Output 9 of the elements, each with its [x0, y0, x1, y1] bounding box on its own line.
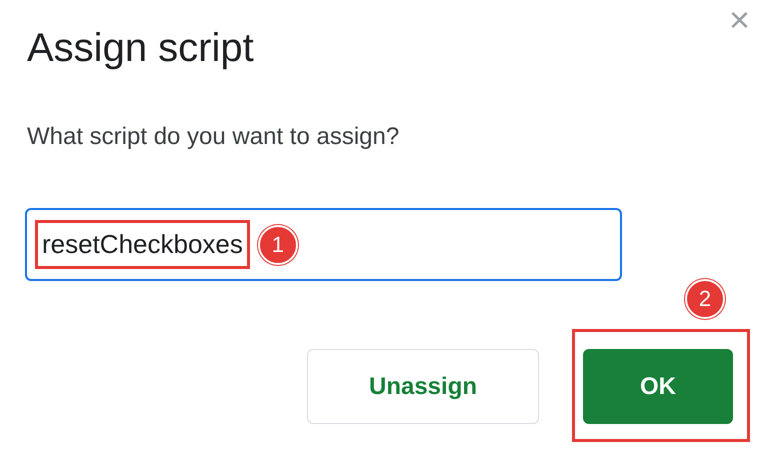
unassign-button[interactable]: Unassign: [307, 349, 539, 424]
script-input-field[interactable]: resetCheckboxes 1: [25, 208, 622, 281]
dialog-title: Assign script: [27, 25, 254, 72]
step-number-badge: 1: [258, 224, 298, 264]
close-button[interactable]: ×: [728, 2, 750, 38]
step-number-badge: 2: [685, 279, 725, 319]
script-name-text: resetCheckboxes: [35, 220, 250, 269]
ok-button[interactable]: OK: [583, 349, 733, 424]
question-text: What script do you want to assign?: [27, 122, 400, 152]
